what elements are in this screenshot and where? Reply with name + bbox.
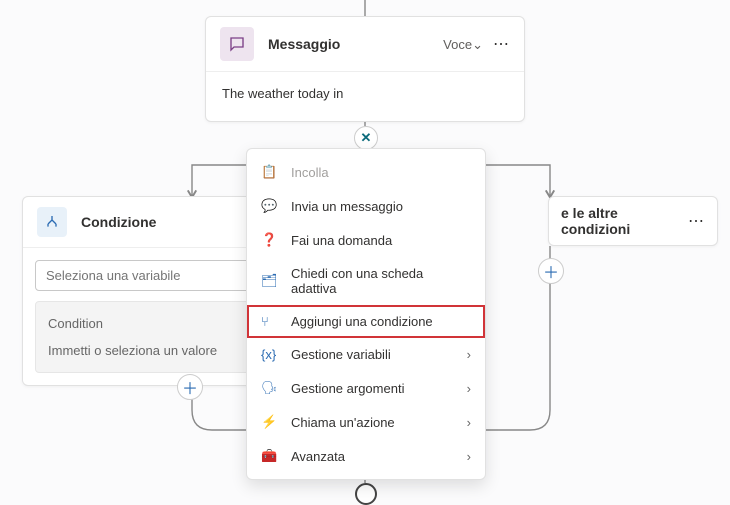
paste-icon: 📋	[261, 164, 279, 180]
menu-item-chat[interactable]: 💬 Invia un messaggio	[247, 189, 485, 223]
message-node[interactable]: Messaggio Voce ⌄ ⋯ The weather today in	[205, 16, 525, 122]
plus-icon: ＋	[182, 375, 198, 399]
message-node-header: Messaggio Voce ⌄ ⋯	[206, 17, 524, 72]
menu-item-var[interactable]: {x} Gestione variabili›	[247, 338, 485, 371]
add-node-button-right[interactable]: ＋	[538, 258, 564, 284]
bolt-icon: ⚡	[261, 414, 279, 430]
topic-icon: 🗣	[261, 380, 279, 396]
menu-item-label: Fai una domanda	[291, 233, 471, 248]
menu-item-paste: 📋 Incolla	[247, 155, 485, 189]
other-conditions-node[interactable]: e le altre condizioni ⋯	[548, 196, 718, 246]
voice-dropdown[interactable]: Voce ⌄	[443, 36, 483, 52]
add-node-button-left[interactable]: ＋	[177, 374, 203, 400]
chevron-right-icon: ›	[467, 415, 471, 430]
chevron-right-icon: ›	[467, 347, 471, 362]
chevron-down-icon: ⌄	[472, 37, 483, 53]
menu-item-label: Gestione argomenti	[291, 381, 467, 396]
menu-item-branch[interactable]: ⑂ Aggiungi una condizione	[247, 305, 485, 338]
message-node-more-button[interactable]: ⋯	[493, 34, 510, 54]
chat-icon	[220, 27, 254, 61]
menu-item-label: Chiedi con una scheda adattiva	[291, 266, 471, 296]
menu-item-label: Chiama un'azione	[291, 415, 467, 430]
message-node-body[interactable]: The weather today in	[206, 72, 524, 121]
menu-item-label: Incolla	[291, 165, 471, 180]
chat-icon: 💬	[261, 198, 279, 214]
plus-icon: ＋	[543, 259, 559, 283]
menu-item-question[interactable]: ❓ Fai una domanda	[247, 223, 485, 257]
menu-item-label: Aggiungi una condizione	[291, 314, 471, 329]
other-conditions-title: e le altre condizioni	[561, 205, 688, 237]
flow-end-marker	[355, 483, 377, 505]
card-icon: 🗂	[261, 273, 279, 289]
close-icon: ✕	[361, 130, 372, 146]
menu-item-label: Invia un messaggio	[291, 199, 471, 214]
chevron-right-icon: ›	[467, 449, 471, 464]
menu-item-toolbox[interactable]: 🧰 Avanzata›	[247, 439, 485, 473]
menu-item-label: Gestione variabili	[291, 347, 467, 362]
toolbox-icon: 🧰	[261, 448, 279, 464]
other-conditions-more-button[interactable]: ⋯	[688, 211, 705, 231]
message-node-title: Messaggio	[268, 36, 443, 52]
var-icon: {x}	[261, 347, 279, 362]
question-icon: ❓	[261, 232, 279, 248]
menu-item-bolt[interactable]: ⚡ Chiama un'azione›	[247, 405, 485, 439]
menu-item-topic[interactable]: 🗣 Gestione argomenti›	[247, 371, 485, 405]
menu-item-card[interactable]: 🗂 Chiedi con una scheda adattiva	[247, 257, 485, 305]
branch-icon: ⑂	[261, 314, 279, 329]
chevron-right-icon: ›	[467, 381, 471, 396]
branch-icon	[37, 207, 67, 237]
add-node-context-menu: 📋 Incolla 💬 Invia un messaggio ❓ Fai una doma…	[246, 148, 486, 480]
menu-item-label: Avanzata	[291, 449, 467, 464]
delete-connection-button[interactable]: ✕	[354, 126, 378, 150]
voice-label: Voce	[443, 37, 472, 52]
